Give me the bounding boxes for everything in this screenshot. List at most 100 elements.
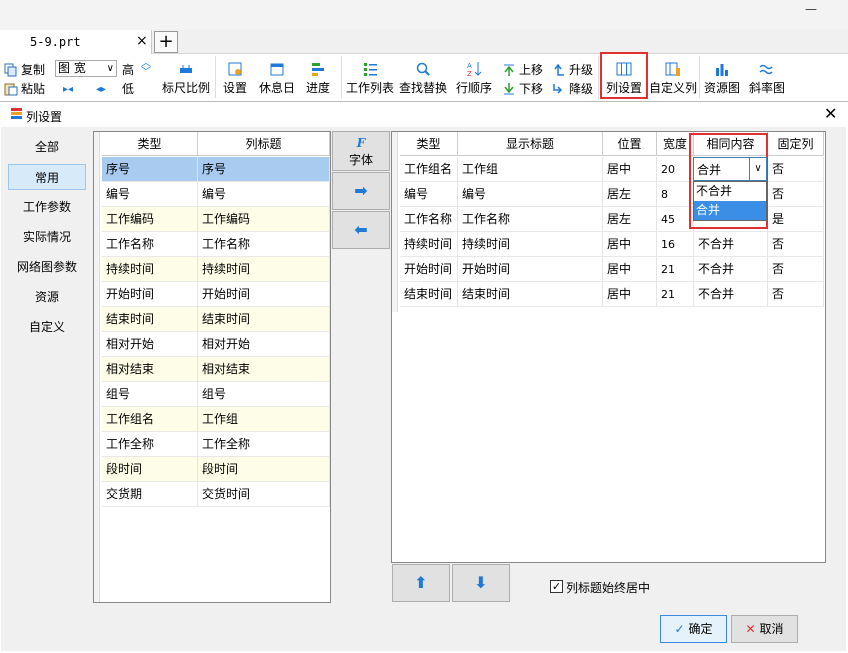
table-cell[interactable]: 居左	[603, 207, 657, 232]
table-cell[interactable]: 结束时间	[458, 282, 603, 307]
progress-button[interactable]: 进度	[303, 60, 333, 96]
table-cell[interactable]: 不合并	[694, 282, 768, 307]
table-cell[interactable]: 开始时间	[102, 282, 198, 307]
table-cell[interactable]: 工作名称	[102, 232, 198, 257]
table-cell[interactable]: 工作编码	[198, 207, 330, 232]
nav-resource[interactable]: 资源	[8, 284, 86, 310]
table-cell[interactable]: 编号	[458, 182, 603, 207]
table-cell[interactable]: 组号	[102, 382, 198, 407]
table-cell[interactable]: 编号	[102, 182, 198, 207]
dialog-close-icon[interactable]: ✕	[824, 104, 837, 123]
remove-column-button[interactable]: ⬅	[332, 211, 390, 249]
table-cell[interactable]: 交货时间	[198, 482, 330, 507]
minimize-icon[interactable]: —	[805, 2, 817, 16]
chevron-down-icon[interactable]: ∨	[749, 158, 766, 180]
table-cell[interactable]: 开始时间	[198, 282, 330, 307]
low-button[interactable]: 低	[122, 80, 134, 97]
table-cell[interactable]: 否	[768, 257, 824, 282]
table-cell[interactable]: 持续时间	[198, 257, 330, 282]
table-cell[interactable]: 工作编码	[102, 207, 198, 232]
nav-network-params[interactable]: 网络图参数	[8, 254, 86, 280]
ruler-scale-button[interactable]: 标尺比例	[161, 60, 211, 96]
table-cell[interactable]: 结束时间	[198, 307, 330, 332]
move-down-button[interactable]: 下移	[502, 80, 543, 97]
table-cell[interactable]: 相对结束	[198, 357, 330, 382]
move-up-button[interactable]: 上移	[502, 61, 543, 78]
table-cell[interactable]: 编号	[400, 182, 458, 207]
up-down-arrows-icon[interactable]: ︿ ﹀	[141, 59, 151, 78]
table-cell[interactable]: 工作组	[458, 157, 603, 182]
table-cell[interactable]: 16	[657, 232, 694, 257]
expand-icon[interactable]: ◂▸	[96, 84, 106, 95]
available-columns-grid[interactable]: 类型 列标题 序号 序号 编号 编号 工作编码 工作编码 工作名称 工作名称 持续时间 持续时间 开始时…	[93, 131, 331, 603]
table-cell[interactable]: 开始时间	[458, 257, 603, 282]
table-cell[interactable]: 编号	[198, 182, 330, 207]
shrink-icon[interactable]: ▸◂	[63, 84, 73, 95]
table-cell[interactable]: 段时间	[102, 457, 198, 482]
ok-button[interactable]: ✓ 确定	[660, 615, 727, 643]
option-merge[interactable]: 合并	[694, 201, 766, 220]
table-cell[interactable]: 21	[657, 257, 694, 282]
table-cell[interactable]: 居中	[603, 257, 657, 282]
table-cell[interactable]: 否	[768, 282, 824, 307]
table-cell[interactable]: 交货期	[102, 482, 198, 507]
table-cell[interactable]: 不合并	[694, 257, 768, 282]
nav-common[interactable]: 常用	[8, 164, 86, 190]
table-cell[interactable]: 序号	[198, 157, 330, 182]
table-cell[interactable]: 工作组名	[102, 407, 198, 432]
table-cell[interactable]: 持续时间	[400, 232, 458, 257]
col-settings-button[interactable]: 列设置	[602, 60, 646, 96]
font-button[interactable]: F 字体	[332, 131, 390, 171]
high-button[interactable]: 高	[122, 61, 134, 78]
add-tab-button[interactable]: +	[154, 31, 178, 53]
find-replace-button[interactable]: 查找替换	[398, 60, 448, 96]
table-cell[interactable]: 相对开始	[198, 332, 330, 357]
table-cell[interactable]: 相对开始	[102, 332, 198, 357]
copy-button[interactable]: 复制	[4, 61, 45, 78]
table-cell[interactable]: 工作组	[198, 407, 330, 432]
paste-button[interactable]: 粘贴	[4, 80, 45, 97]
view-mode-select[interactable]: 图 宽 ∨	[55, 60, 117, 77]
table-cell[interactable]: 居左	[603, 182, 657, 207]
custom-cols-button[interactable]: 自定义列	[649, 60, 697, 96]
nav-custom[interactable]: 自定义	[8, 314, 86, 340]
table-cell[interactable]: 持续时间	[102, 257, 198, 282]
settings-button[interactable]: 设置	[220, 60, 250, 96]
table-cell[interactable]: 序号	[102, 157, 198, 182]
resource-chart-button[interactable]: 资源图	[702, 60, 742, 96]
table-cell[interactable]: 工作名称	[458, 207, 603, 232]
table-cell[interactable]: 工作名称	[400, 207, 458, 232]
add-column-button[interactable]: ➡	[332, 172, 390, 210]
nav-all[interactable]: 全部	[8, 134, 86, 160]
table-cell[interactable]: 否	[768, 157, 824, 182]
table-cell[interactable]: 否	[768, 182, 824, 207]
move-column-down-button[interactable]: ⬇	[452, 564, 510, 602]
table-cell[interactable]: 居中	[603, 232, 657, 257]
center-title-checkbox[interactable]: ✓	[550, 580, 563, 593]
option-not-merge[interactable]: 不合并	[694, 182, 766, 201]
table-cell[interactable]: 结束时间	[400, 282, 458, 307]
table-cell[interactable]: 工作全称	[198, 432, 330, 457]
cancel-button[interactable]: ✕ 取消	[731, 615, 798, 643]
table-cell[interactable]: 结束时间	[102, 307, 198, 332]
slope-chart-button[interactable]: 斜率图	[747, 60, 787, 96]
table-cell[interactable]: 否	[768, 232, 824, 257]
work-list-button[interactable]: 工作列表	[345, 60, 395, 96]
move-column-up-button[interactable]: ⬆	[392, 564, 450, 602]
holiday-button[interactable]: 休息日	[257, 60, 297, 96]
table-cell[interactable]: 组号	[198, 382, 330, 407]
table-cell[interactable]: 工作组名	[400, 157, 458, 182]
table-cell[interactable]: 持续时间	[458, 232, 603, 257]
tab-close-icon[interactable]: ×	[136, 33, 148, 49]
table-cell[interactable]: 是	[768, 207, 824, 232]
table-cell[interactable]: 工作名称	[198, 232, 330, 257]
table-cell[interactable]: 段时间	[198, 457, 330, 482]
table-cell[interactable]: 开始时间	[400, 257, 458, 282]
promote-button[interactable]: 升级	[552, 61, 593, 78]
nav-actual[interactable]: 实际情况	[8, 224, 86, 250]
nav-work-params[interactable]: 工作参数	[8, 194, 86, 220]
table-cell[interactable]: 居中	[603, 157, 657, 182]
table-cell[interactable]: 不合并	[694, 232, 768, 257]
table-cell[interactable]: 相对结束	[102, 357, 198, 382]
table-cell[interactable]: 居中	[603, 282, 657, 307]
